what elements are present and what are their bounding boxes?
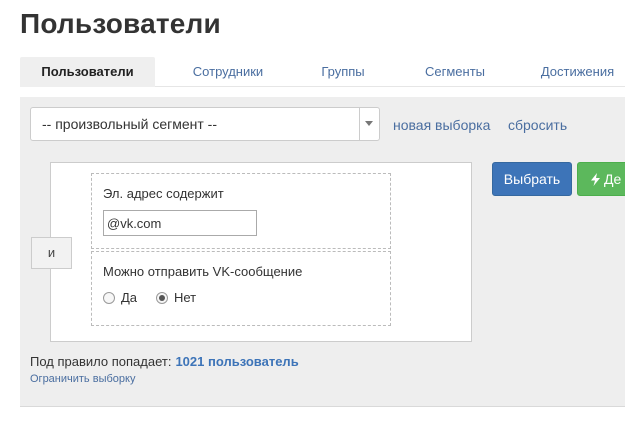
condition-vk-message: Можно отправить VK-сообщение Да Нет — [91, 251, 391, 326]
result-summary: Под правило попадает: 1021 пользователь — [30, 354, 299, 369]
select-button[interactable]: Выбрать — [492, 162, 572, 196]
filter-panel: -- произвольный сегмент -- новая выборка… — [20, 97, 625, 407]
radio-no-label: Нет — [174, 290, 197, 305]
action-button[interactable]: Де — [577, 162, 625, 196]
page-title: Пользователи — [20, 8, 221, 39]
radio-no-circle[interactable] — [156, 291, 168, 304]
tab-achievements[interactable]: Достижения — [530, 57, 625, 87]
lightning-bolt-icon — [591, 173, 600, 186]
and-combinator-button[interactable]: и — [31, 237, 72, 269]
rule-group: и Эл. адрес содержит Можно отправить VK-… — [31, 162, 472, 342]
condition-label: Эл. адрес содержит — [103, 186, 224, 201]
tab-bar: Пользователи Сотрудники Группы Сегменты … — [20, 57, 625, 87]
tab-segments[interactable]: Сегменты — [410, 57, 500, 87]
action-button-label: Де — [604, 171, 622, 187]
condition-email-contains: Эл. адрес содержит — [91, 173, 391, 249]
result-prefix: Под правило попадает: — [30, 354, 172, 369]
new-selection-link[interactable]: новая выборка — [393, 117, 490, 133]
tab-users[interactable]: Пользователи — [20, 57, 155, 87]
condition-label: Можно отправить VK-сообщение — [103, 264, 303, 279]
segment-select-value: -- произвольный сегмент -- — [42, 116, 217, 132]
caret-down-icon — [365, 121, 373, 126]
radio-yes[interactable]: Да — [103, 290, 137, 305]
select-arrow[interactable] — [359, 108, 379, 140]
email-contains-input[interactable] — [103, 210, 257, 236]
tab-employees[interactable]: Сотрудники — [168, 57, 288, 87]
reset-link[interactable]: сбросить — [508, 117, 567, 133]
tab-groups[interactable]: Группы — [303, 57, 383, 87]
result-count[interactable]: 1021 пользователь — [175, 354, 298, 369]
radio-yes-circle[interactable] — [103, 291, 115, 304]
segment-select[interactable]: -- произвольный сегмент -- — [30, 107, 380, 141]
radio-yes-label: Да — [121, 290, 138, 305]
radio-no[interactable]: Нет — [156, 290, 196, 305]
limit-selection-link[interactable]: Ограничить выборку — [30, 373, 135, 385]
